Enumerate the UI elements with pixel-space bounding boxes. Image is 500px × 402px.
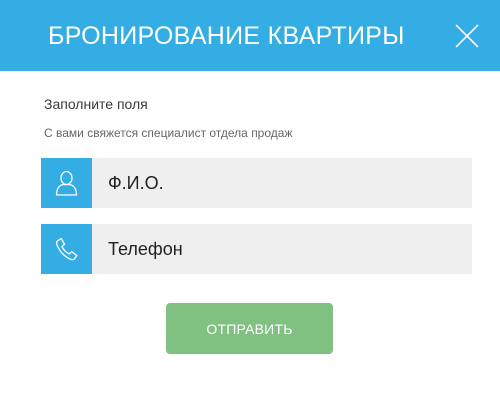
modal-title: БРОНИРОВАНИЕ КВАРТИРЫ [48,22,405,50]
booking-modal: БРОНИРОВАНИЕ КВАРТИРЫ Заполните поля С в… [0,0,500,402]
form-heading: Заполните поля [44,96,148,112]
submit-button[interactable]: ОТПРАВИТЬ [166,303,333,354]
modal-header: БРОНИРОВАНИЕ КВАРТИРЫ [0,0,500,71]
name-field [41,158,472,208]
phone-field [41,224,472,274]
name-input[interactable] [92,158,472,208]
phone-icon [55,237,78,261]
phone-field-icon-box [41,224,92,274]
form-subtext: С вами свяжется специалист отдела продаж [44,126,293,140]
user-icon [55,170,78,196]
name-field-icon-box [41,158,92,208]
close-button[interactable] [452,21,482,51]
close-icon [455,24,479,48]
phone-input[interactable] [92,224,472,274]
